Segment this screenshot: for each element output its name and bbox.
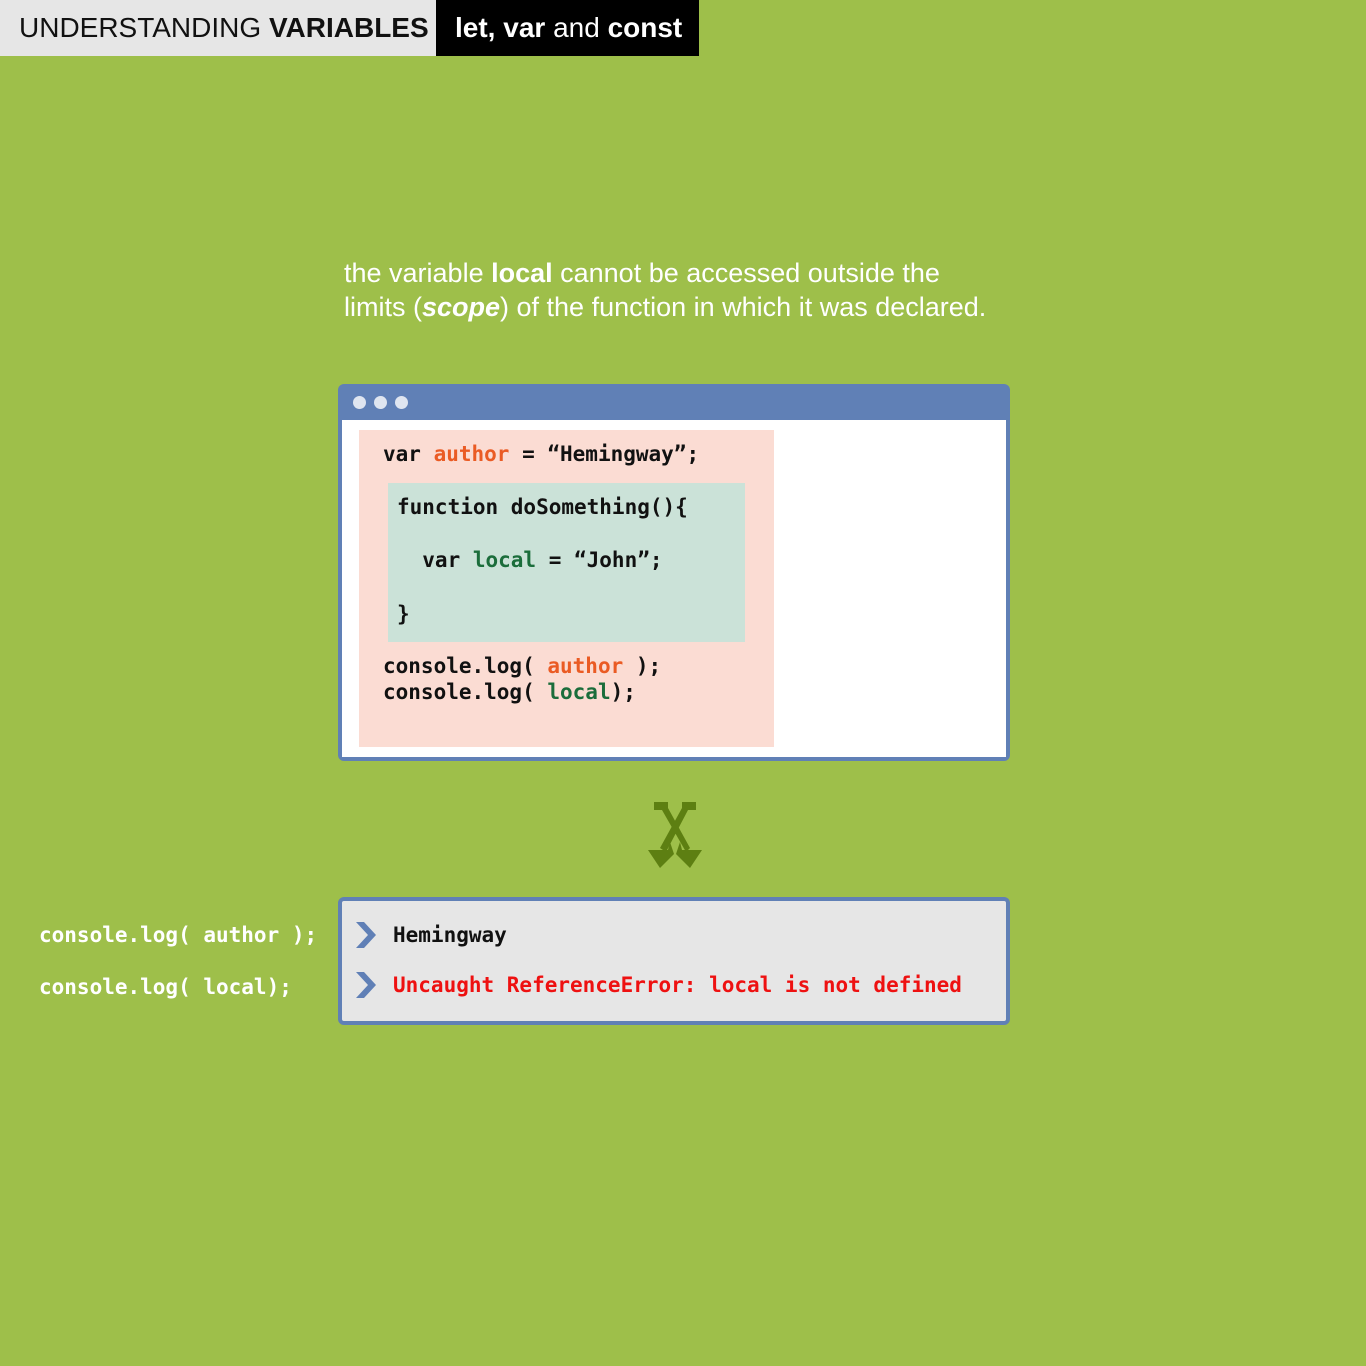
header-tab2-let: let,	[455, 12, 496, 43]
code-line-close-brace: }	[397, 602, 410, 626]
code-line-var-author: var author = “Hemingway”;	[383, 442, 699, 466]
code-assignment: = “John”;	[536, 548, 663, 572]
code-console-log: console.log(	[383, 680, 548, 704]
window-dot-icon	[374, 396, 387, 409]
code-close: );	[623, 654, 662, 678]
crossed-arrows-down-icon	[648, 802, 702, 868]
code-line-log-author: console.log( author );	[383, 654, 661, 678]
caption-l1a: the variable	[344, 258, 492, 288]
code-line-var-local: var local = “John”;	[397, 548, 663, 572]
console-output-hemingway: Hemingway	[393, 923, 507, 947]
code-line-log-local: console.log( local);	[383, 680, 636, 704]
caption-l2a: limits (	[344, 292, 422, 322]
header-tab2-and: and	[545, 12, 608, 43]
header-tab-let-var-const: let, var and const	[436, 0, 699, 56]
caption: the variable local cannot be accessed ou…	[344, 256, 1044, 324]
caption-l2c: ) of the function in which it was declar…	[500, 292, 987, 322]
caption-l1b: local	[491, 258, 553, 288]
code-keyword: var	[383, 442, 434, 466]
code-keyword: var	[397, 548, 473, 572]
caption-l2b: scope	[421, 292, 501, 322]
caption-l1c: cannot be accessed outside the	[552, 258, 940, 288]
code-author-var: author	[433, 442, 510, 466]
code-console-log: console.log(	[383, 654, 548, 678]
code-close: );	[610, 680, 636, 704]
console-output-panel	[338, 897, 1010, 1025]
window-dot-icon	[395, 396, 408, 409]
code-local-var: local	[472, 548, 537, 572]
code-line-function: function doSomething(){	[397, 495, 688, 519]
header-tab2-const: const	[607, 12, 683, 43]
side-code-log-local: console.log( local);	[39, 975, 292, 999]
chevron-right-icon	[356, 972, 376, 998]
code-local-var: local	[547, 680, 611, 704]
console-error-message: Uncaught ReferenceError: local is not de…	[393, 973, 962, 997]
side-code-log-author: console.log( author );	[39, 923, 318, 947]
chevron-right-icon	[356, 922, 376, 948]
window-dot-icon	[353, 396, 366, 409]
header-tab1-text: UNDERSTANDING	[19, 12, 269, 43]
header-tab2-var: var	[495, 12, 546, 43]
code-assignment: = “Hemingway”;	[509, 442, 700, 466]
code-author-var: author	[547, 654, 624, 678]
header-tab1-bold: VARIABLES	[268, 12, 429, 43]
header-tab-understanding-variables: UNDERSTANDING VARIABLES	[0, 0, 436, 56]
